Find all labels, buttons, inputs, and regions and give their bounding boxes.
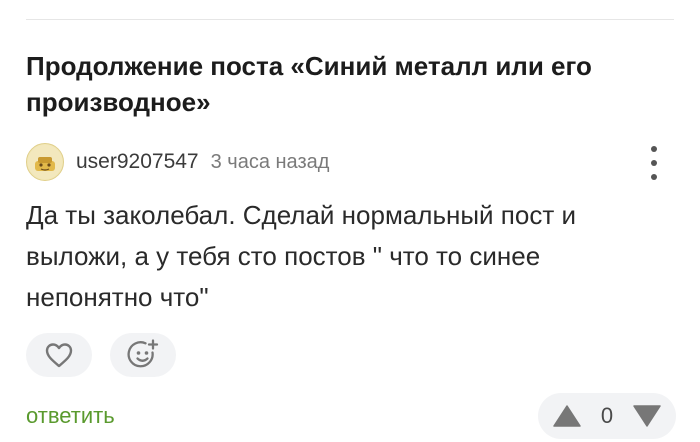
comment-header: user9207547 3 часа назад xyxy=(26,141,329,183)
add-reaction-button[interactable] xyxy=(110,333,176,377)
downvote-button[interactable] xyxy=(632,402,662,430)
upvote-button[interactable] xyxy=(552,402,582,430)
avatar-icon xyxy=(28,145,62,179)
like-button[interactable] xyxy=(26,333,92,377)
rating-control: 0 xyxy=(538,393,676,439)
heart-icon xyxy=(45,343,73,368)
more-vertical-icon-dot xyxy=(651,174,657,180)
more-vertical-icon xyxy=(651,146,657,152)
triangle-up-icon xyxy=(553,405,581,427)
more-vertical-icon-dot xyxy=(651,160,657,166)
comment-text: Да ты заколебал. Сделай нормальный пост … xyxy=(26,200,576,312)
avatar[interactable] xyxy=(26,143,64,181)
add-emoji-icon xyxy=(127,339,159,368)
comment-time[interactable]: 3 часа назад xyxy=(211,151,330,174)
more-options-button[interactable] xyxy=(644,146,664,180)
comment-author[interactable]: user9207547 xyxy=(76,150,199,174)
triangle-down-icon xyxy=(633,405,661,427)
top-divider xyxy=(26,19,674,20)
reply-link[interactable]: ответить xyxy=(26,403,115,429)
rating-value: 0 xyxy=(600,403,614,428)
post-title[interactable]: Продолжение поста «Синий металл или его … xyxy=(26,48,666,120)
